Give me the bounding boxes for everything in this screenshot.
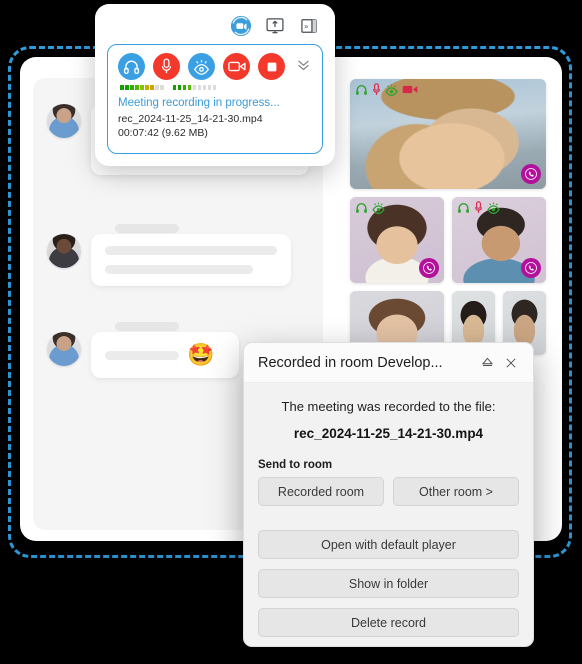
eject-icon[interactable] [475, 351, 499, 375]
headphones-icon [458, 203, 469, 213]
stop-button[interactable] [258, 53, 285, 80]
mic-level-meter [172, 85, 216, 90]
delete-record-button[interactable]: Delete record [258, 608, 519, 637]
video-tile-3[interactable] [452, 197, 546, 283]
dialog-title: Recorded in room Develop... [258, 354, 443, 371]
list-item[interactable] [47, 234, 291, 286]
other-room-button[interactable]: Other room > [393, 477, 519, 506]
call-badge[interactable] [419, 258, 439, 278]
panel-toggle-icon[interactable]: » [297, 14, 321, 38]
chat-text-line [105, 265, 253, 274]
recording-widget-toolbar: » [229, 14, 321, 38]
video-tile-main[interactable] [350, 79, 546, 189]
eye-button[interactable] [188, 53, 215, 80]
svg-text:»: » [304, 22, 309, 31]
dialog-body: The meeting was recorded to the file: re… [244, 383, 533, 637]
chevron-down-icon[interactable] [295, 56, 312, 78]
list-item[interactable]: 🤩 [47, 332, 239, 378]
audio-level-meters [120, 85, 312, 90]
chat-text-line [105, 350, 179, 360]
microphone-icon [372, 83, 381, 95]
video-tile-2[interactable] [350, 197, 444, 283]
chat-text-line [105, 246, 277, 255]
recording-controls [118, 53, 312, 80]
dialog-titlebar[interactable]: Recorded in room Develop... [244, 343, 533, 383]
dialog-message: The meeting was recorded to the file: [281, 399, 496, 414]
dialog-file-name: rec_2024-11-25_14-21-30.mp4 [293, 426, 484, 441]
recording-widget: » Meeting recording in progress... rec_2… [95, 4, 335, 166]
recorded-dialog: Recorded in room Develop... The meeting … [243, 342, 534, 647]
camera-button[interactable] [223, 53, 250, 80]
headphones-icon [356, 85, 367, 95]
recorded-room-button[interactable]: Recorded room [258, 477, 384, 506]
avatar [47, 332, 81, 366]
chat-bubble[interactable] [91, 234, 291, 286]
star-struck-emoji: 🤩 [187, 342, 215, 367]
recording-file-meta: 00:07:42 (9.62 MB) [118, 126, 208, 139]
avatar [47, 234, 81, 268]
eye-icon [487, 202, 500, 214]
participant-status-icons [355, 83, 418, 96]
recording-file-name: rec_2024-11-25_14-21-30.mp4 [118, 113, 263, 125]
recording-panel: Meeting recording in progress... rec_202… [107, 44, 323, 154]
screen-share-icon[interactable] [263, 14, 287, 38]
video-row-2 [350, 197, 550, 283]
chat-sender-name-skeleton [115, 322, 179, 331]
headphones-icon [356, 203, 367, 213]
avatar [47, 104, 81, 138]
chat-sender-name-skeleton [115, 224, 179, 233]
microphone-icon [474, 201, 483, 213]
send-to-room-buttons: Recorded room Other room > [258, 477, 519, 506]
recording-status-text: Meeting recording in progress... [118, 97, 280, 109]
microphone-button[interactable] [153, 53, 180, 80]
call-badge[interactable] [521, 164, 541, 184]
show-in-folder-button[interactable]: Show in folder [258, 569, 519, 598]
speaker-level-meter [120, 85, 164, 90]
participant-status-icons [457, 201, 500, 214]
call-badge[interactable] [521, 258, 541, 278]
camera-icon [402, 85, 418, 94]
eye-icon [372, 202, 385, 214]
send-to-room-label: Send to room [258, 459, 333, 471]
headphones-button[interactable] [118, 53, 145, 80]
eye-icon [385, 84, 398, 96]
screenshot-root: 🤩 » Meeting recording in progress... rec… [0, 0, 582, 664]
open-with-default-player-button[interactable]: Open with default player [258, 530, 519, 559]
record-toggle-icon[interactable] [229, 14, 253, 38]
close-icon[interactable] [499, 351, 523, 375]
video-grid [350, 79, 550, 355]
chat-bubble[interactable]: 🤩 [91, 332, 239, 378]
participant-status-icons [355, 201, 385, 214]
